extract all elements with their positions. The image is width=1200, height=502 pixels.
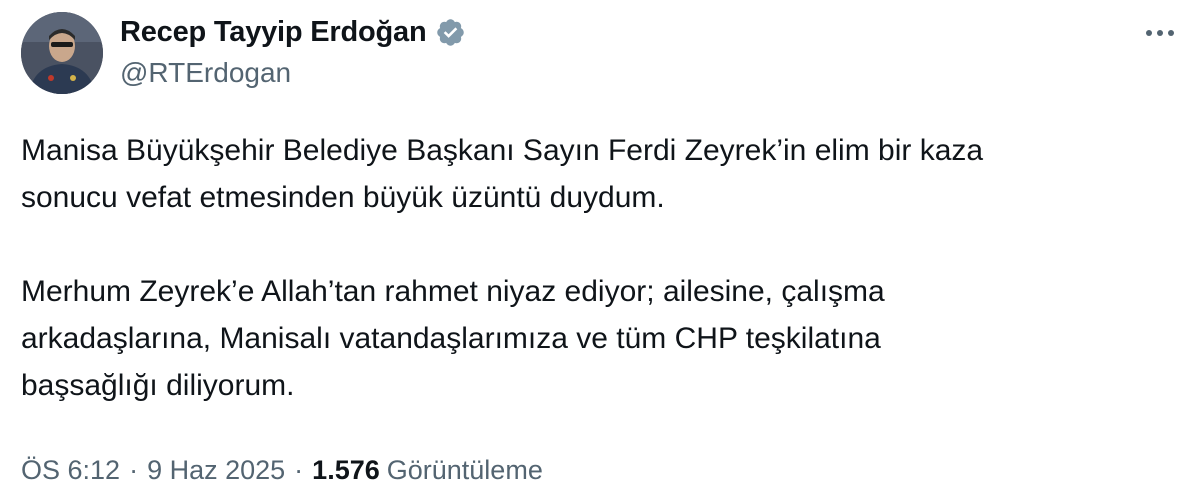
tweet: Recep Tayyip Erdoğan @RTErdogan Manisa B…	[0, 0, 1200, 502]
separator-dot: ·	[129, 455, 139, 485]
avatar[interactable]	[21, 12, 103, 94]
avatar-image	[21, 12, 103, 94]
author-handle[interactable]: @RTErdogan	[120, 57, 291, 89]
views-count: 1.576	[312, 455, 380, 485]
author-display-name[interactable]: Recep Tayyip Erdoğan	[120, 16, 427, 49]
tweet-time[interactable]: ÖS 6:12	[21, 455, 120, 486]
more-options-button[interactable]	[1138, 18, 1182, 48]
author-name-row: Recep Tayyip Erdoğan	[120, 14, 466, 50]
separator-dot: ·	[294, 455, 304, 485]
more-horizontal-icon	[1146, 30, 1152, 36]
tweet-text: Manisa Büyükşehir Belediye Başkanı Sayın…	[21, 127, 1181, 409]
tweet-paragraph-1: Manisa Büyükşehir Belediye Başkanı Sayın…	[21, 134, 984, 214]
tweet-metadata: ÖS 6:12 · 9 Haz 2025 · 1.576 Görüntüleme	[21, 455, 543, 486]
views-label: Görüntüleme	[386, 455, 543, 485]
tweet-date[interactable]: 9 Haz 2025	[147, 455, 285, 486]
tweet-paragraph-2: Merhum Zeyrek’e Allah’tan rahmet niyaz e…	[21, 275, 885, 402]
verified-badge-icon[interactable]	[435, 17, 466, 48]
